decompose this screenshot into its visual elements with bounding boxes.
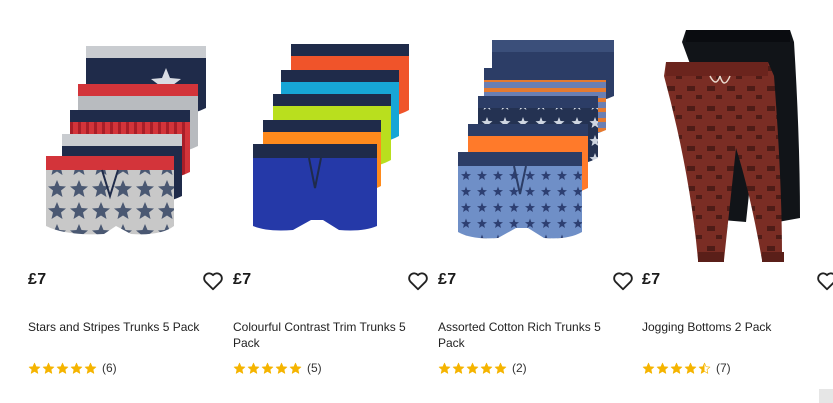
star-rating	[233, 362, 302, 375]
star-filled-icon	[56, 362, 69, 374]
review-count[interactable]: (5)	[307, 361, 322, 375]
product-price: £7	[233, 271, 252, 288]
product-rating: (6)	[28, 361, 117, 375]
product-name[interactable]: Jogging Bottoms 2 Pack	[642, 320, 818, 336]
star-filled-icon	[84, 362, 97, 374]
product-name[interactable]: Colourful Contrast Trim Trunks 5 Pack	[233, 320, 409, 351]
product-image[interactable]	[28, 28, 224, 264]
product-image[interactable]	[233, 28, 429, 264]
star-filled-icon	[275, 362, 288, 374]
product-card[interactable]: £7 Assorted Cotton Rich Trunks 5 Pack (2…	[438, 0, 634, 403]
product-price: £7	[438, 271, 457, 288]
review-count[interactable]: (6)	[102, 361, 117, 375]
heart-outline-icon	[613, 272, 633, 291]
product-image[interactable]	[438, 28, 634, 264]
star-filled-icon	[70, 362, 83, 374]
product-image[interactable]	[642, 28, 833, 264]
product-grid: £7 Stars and Stripes Trunks 5 Pack (6) £…	[0, 0, 833, 403]
star-rating	[438, 362, 507, 375]
wishlist-button[interactable]	[202, 270, 224, 292]
review-count[interactable]: (2)	[512, 361, 527, 375]
product-name[interactable]: Assorted Cotton Rich Trunks 5 Pack	[438, 320, 614, 351]
star-filled-icon	[466, 362, 479, 374]
star-filled-icon	[261, 362, 274, 374]
scrollbar-corner	[819, 389, 833, 403]
star-filled-icon	[480, 362, 493, 374]
product-rating: (7)	[642, 361, 731, 375]
product-card[interactable]: £7 Colourful Contrast Trim Trunks 5 Pack…	[233, 0, 429, 403]
star-rating	[28, 362, 97, 375]
star-filled-icon	[684, 362, 697, 374]
product-price: £7	[642, 271, 661, 288]
star-filled-icon	[670, 362, 683, 374]
star-half-icon	[698, 362, 711, 374]
product-card[interactable]: £7 Stars and Stripes Trunks 5 Pack (6)	[28, 0, 224, 403]
star-filled-icon	[42, 362, 55, 374]
wishlist-button[interactable]	[816, 270, 833, 292]
star-filled-icon	[438, 362, 451, 374]
heart-outline-icon	[817, 272, 833, 291]
heart-outline-icon	[203, 272, 223, 291]
star-rating	[642, 362, 711, 375]
product-price: £7	[28, 271, 47, 288]
star-filled-icon	[642, 362, 655, 374]
star-filled-icon	[28, 362, 41, 374]
product-rating: (5)	[233, 361, 322, 375]
star-filled-icon	[233, 362, 246, 374]
star-filled-icon	[494, 362, 507, 374]
product-rating: (2)	[438, 361, 527, 375]
star-filled-icon	[452, 362, 465, 374]
wishlist-button[interactable]	[612, 270, 634, 292]
star-filled-icon	[289, 362, 302, 374]
product-name[interactable]: Stars and Stripes Trunks 5 Pack	[28, 320, 204, 336]
product-card[interactable]: £7 Jogging Bottoms 2 Pack (7)	[642, 0, 833, 403]
heart-outline-icon	[408, 272, 428, 291]
wishlist-button[interactable]	[407, 270, 429, 292]
star-filled-icon	[247, 362, 260, 374]
review-count[interactable]: (7)	[716, 361, 731, 375]
star-filled-icon	[656, 362, 669, 374]
